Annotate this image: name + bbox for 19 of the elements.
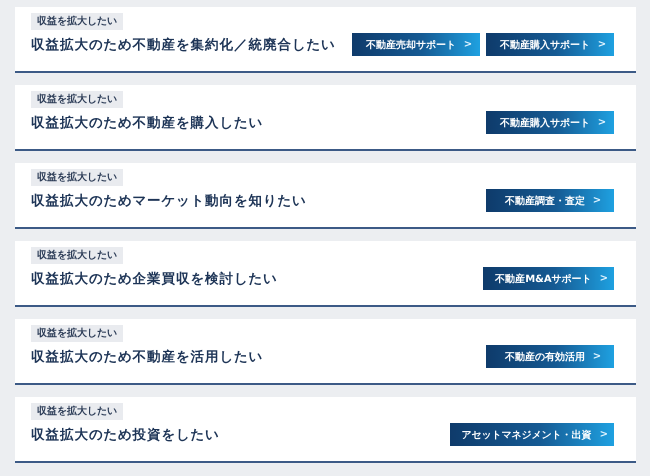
category-tag: 収益を拡大したい	[31, 13, 123, 30]
card-title: 収益拡大のため投資をしたい	[31, 426, 220, 444]
service-button[interactable]: 不動産M&Aサポート >	[483, 267, 614, 290]
card-title: 収益拡大のため企業買収を検討したい	[31, 270, 278, 288]
category-tag: 収益を拡大したい	[31, 247, 123, 264]
service-button[interactable]: 不動産売却サポート >	[352, 33, 480, 56]
category-tag: 収益を拡大したい	[31, 403, 123, 420]
category-tag: 収益を拡大したい	[31, 91, 123, 108]
card-title: 収益拡大のため不動産を購入したい	[31, 114, 263, 132]
category-tag: 収益を拡大したい	[31, 325, 123, 342]
service-button[interactable]: 不動産調査・査定 >	[486, 189, 614, 212]
card-title: 収益拡大のためマーケット動向を知りたい	[31, 192, 306, 210]
category-tag: 収益を拡大したい	[31, 169, 123, 186]
card-title: 収益拡大のため不動産を集約化／統廃合したい	[31, 36, 336, 54]
service-button[interactable]: 不動産購入サポート >	[486, 111, 614, 134]
service-button[interactable]: 不動産の有効活用 >	[486, 345, 614, 368]
service-button[interactable]: アセットマネジメント・出資 >	[450, 423, 614, 446]
card-title: 収益拡大のため不動産を活用したい	[31, 348, 263, 366]
service-button[interactable]: 不動産購入サポート >	[486, 33, 614, 56]
